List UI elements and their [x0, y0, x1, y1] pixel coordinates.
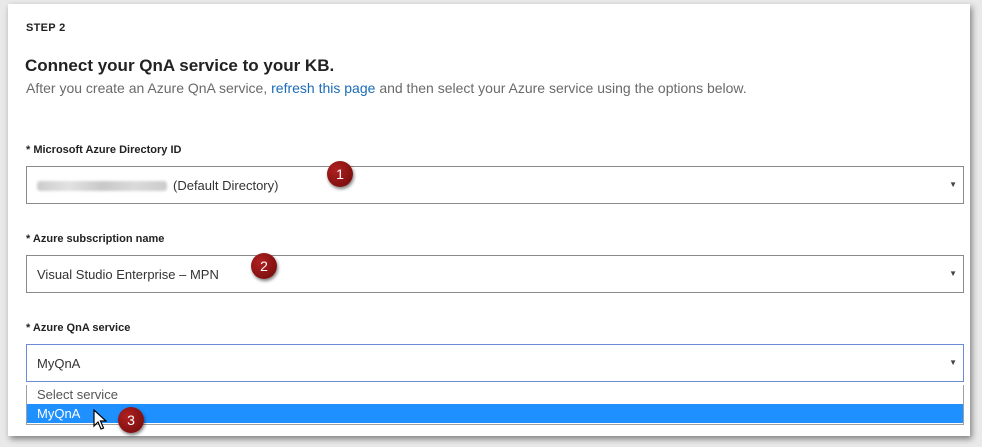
qna-connect-panel: STEP 2 Connect your QnA service to your …	[8, 4, 970, 436]
intro-text: After you create an Azure QnA service, r…	[26, 80, 747, 96]
qna-service-dropdown: Select service MyQnA	[26, 385, 964, 425]
redacted-directory-name	[37, 181, 167, 191]
qna-service-select[interactable]: MyQnA ▼	[26, 344, 964, 382]
directory-id-value-text: (Default Directory)	[173, 178, 279, 193]
intro-text-before: After you create an Azure QnA service,	[26, 80, 268, 96]
chevron-down-icon: ▼	[949, 269, 957, 278]
step-badge-3: 3	[118, 407, 144, 433]
directory-id-label: * Microsoft Azure Directory ID	[26, 144, 182, 156]
subscription-name-value: Visual Studio Enterprise – MPN	[37, 267, 219, 282]
step-label: STEP 2	[26, 22, 66, 34]
option-myqna[interactable]: MyQnA	[27, 404, 963, 423]
mouse-pointer-icon	[93, 409, 107, 430]
chevron-down-icon: ▼	[949, 358, 957, 367]
subscription-name-label: * Azure subscription name	[26, 233, 165, 245]
subscription-name-select[interactable]: Visual Studio Enterprise – MPN ▼	[26, 255, 964, 293]
directory-id-value: (Default Directory)	[37, 178, 278, 193]
intro-text-after: and then select your Azure service using…	[379, 80, 747, 96]
option-select-service[interactable]: Select service	[27, 385, 963, 404]
chevron-down-icon: ▼	[949, 180, 957, 189]
refresh-page-link[interactable]: refresh this page	[271, 80, 375, 96]
directory-id-select[interactable]: (Default Directory) ▼	[26, 166, 964, 204]
step-badge-2: 2	[251, 253, 277, 279]
qna-service-value: MyQnA	[37, 356, 81, 371]
page-title: Connect your QnA service to your KB.	[25, 56, 335, 75]
step-badge-1: 1	[327, 161, 353, 187]
qna-service-label: * Azure QnA service	[26, 322, 131, 334]
